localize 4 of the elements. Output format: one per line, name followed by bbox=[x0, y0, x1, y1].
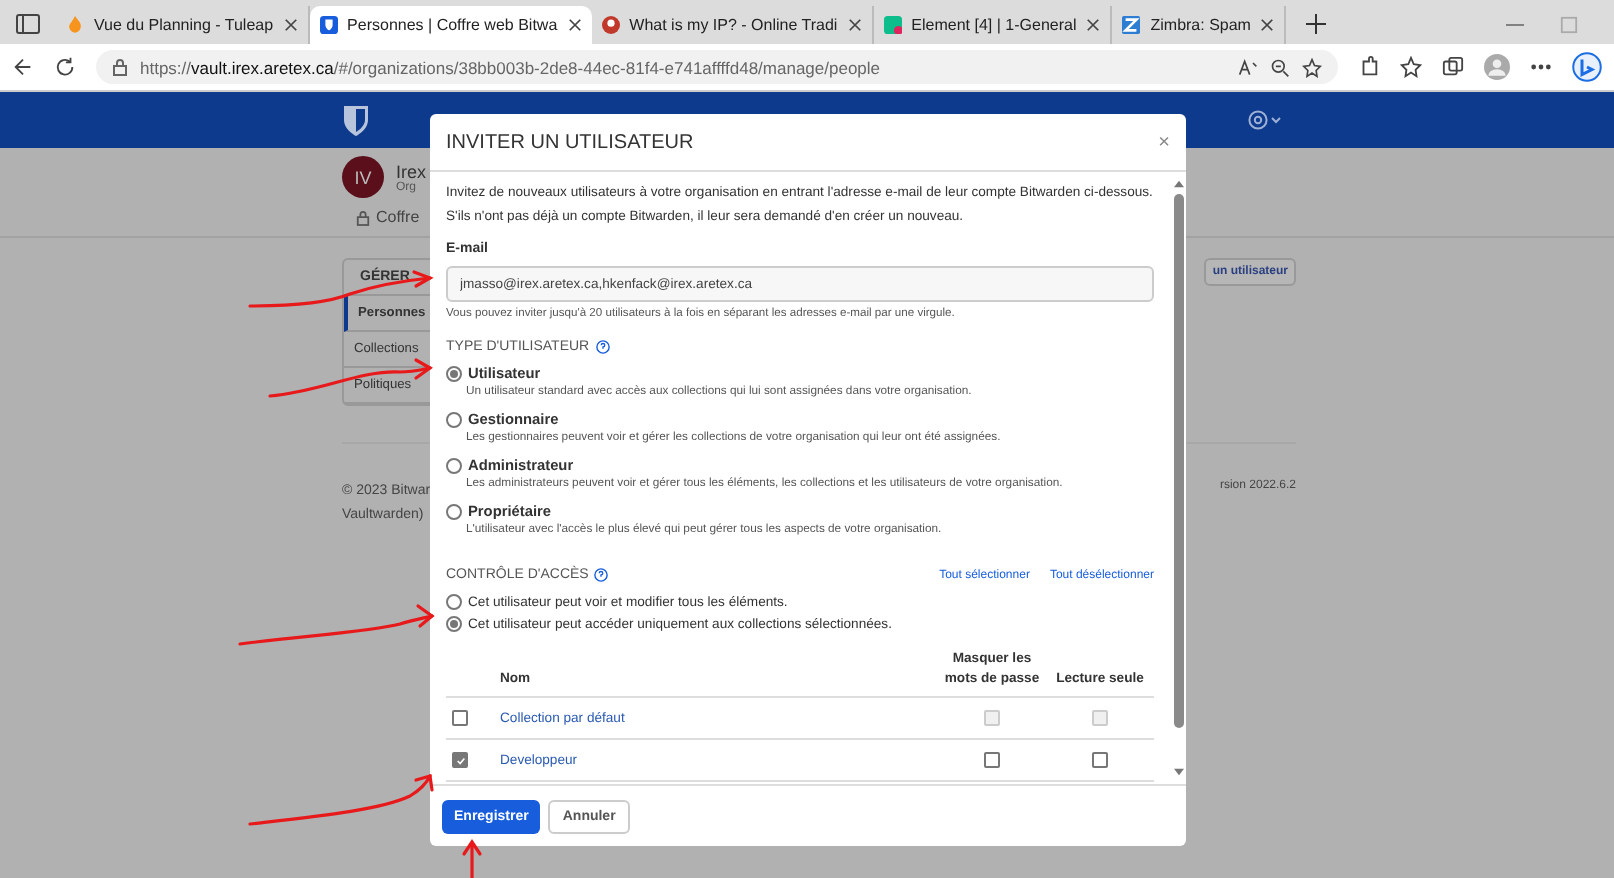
org-avatar: IV bbox=[342, 156, 384, 198]
url-text: https://vault.irex.aretex.ca/#/organizations/38bb003b-2de8-44ec-81f4-e741affffd48/manage/people bbox=[140, 57, 881, 77]
org-name: Irex bbox=[396, 161, 427, 181]
dialog-title: INVITER UN UTILISATEUR bbox=[446, 131, 694, 153]
